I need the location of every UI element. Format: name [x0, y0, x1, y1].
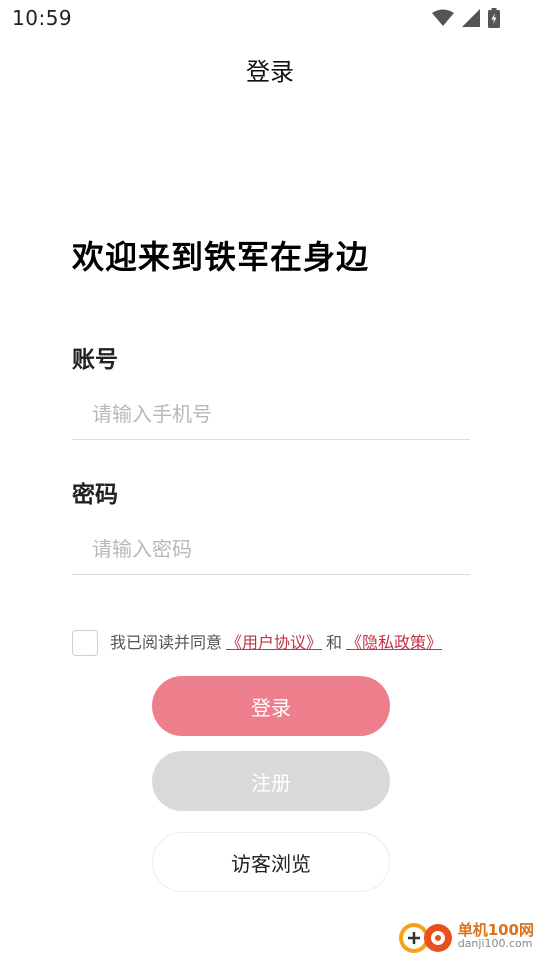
guest-browse-button[interactable]: 访客浏览 [152, 832, 390, 892]
account-label: 账号 [72, 347, 118, 373]
agreement-checkbox[interactable] [72, 630, 98, 656]
status-bar: 10:59 [0, 0, 540, 36]
phone-input[interactable] [72, 388, 470, 440]
privacy-policy-link[interactable]: 《隐私政策》 [346, 629, 442, 653]
register-button[interactable]: 注册 [152, 751, 390, 811]
password-input[interactable] [72, 523, 470, 575]
agreement-and: 和 [326, 633, 343, 652]
signal-icon [462, 9, 480, 27]
login-button[interactable]: 登录 [152, 676, 390, 736]
wifi-icon [432, 9, 454, 26]
user-agreement-link[interactable]: 《用户协议》 [226, 629, 322, 653]
watermark: 单机100网 danji100.com [396, 916, 534, 956]
agreement-prefix: 我已阅读并同意 [110, 633, 223, 652]
watermark-logo-icon [398, 923, 452, 953]
agreement-row: 我已阅读并同意 《用户协议》 和 《隐私政策》 [72, 626, 446, 656]
welcome-heading: 欢迎来到铁军在身边 [72, 238, 370, 276]
battery-icon [488, 8, 500, 28]
status-time: 10:59 [12, 6, 73, 30]
page-title: 登录 [246, 58, 294, 86]
watermark-main: 单机100网 [457, 920, 534, 939]
watermark-sub: danji100.com [457, 937, 533, 951]
status-icons [432, 8, 500, 28]
password-label: 密码 [72, 482, 118, 508]
